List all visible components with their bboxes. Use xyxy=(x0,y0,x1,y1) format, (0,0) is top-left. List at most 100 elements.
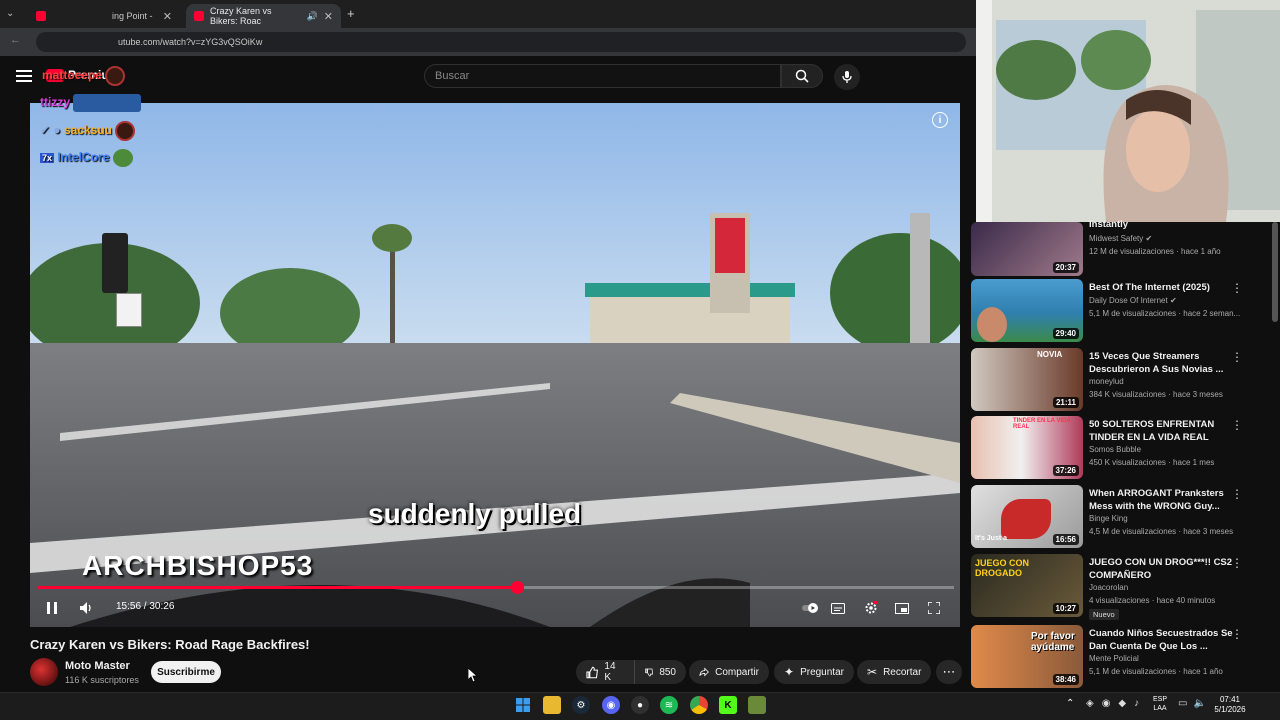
channel-name[interactable]: Moto Master xyxy=(65,660,130,672)
pepe-emote-icon xyxy=(112,149,133,167)
recommendation-channel[interactable]: Somos Bubble xyxy=(1089,445,1141,454)
video-frame-scenery xyxy=(30,213,960,363)
ask-button[interactable]: ✦ Preguntar xyxy=(774,660,854,684)
miniplayer-button[interactable] xyxy=(892,599,912,617)
tab-inactive[interactable]: ing Point - ✕ xyxy=(28,4,180,28)
recommendation-channel[interactable]: moneylud xyxy=(1089,377,1124,386)
tab-close-icon[interactable]: ✕ xyxy=(324,10,333,23)
more-options-icon[interactable]: ⋮ xyxy=(1231,487,1243,501)
recommendation-channel[interactable]: Midwest Safety ✔ xyxy=(1089,234,1152,243)
windows-start-icon[interactable] xyxy=(514,696,532,714)
hamburger-menu-icon[interactable] xyxy=(16,69,32,83)
share-button[interactable]: Compartir xyxy=(689,660,769,684)
recommendation-meta: 4,5 M de visualizaciones · hace 3 meses xyxy=(1089,527,1234,536)
tray-icons[interactable]: ◈◉◆♪ xyxy=(1086,698,1147,709)
duration-badge: 21:11 xyxy=(1052,397,1079,408)
dislike-button[interactable]: 850 xyxy=(634,660,686,684)
recommendation-item[interactable]: NOVIA 21:11 15 Veces Que Streamers Descu… xyxy=(971,348,1271,414)
chat-message: ✔ ● sacksuu xyxy=(40,121,136,141)
more-options-icon[interactable]: ⋮ xyxy=(1231,556,1243,570)
more-options-icon[interactable]: ⋮ xyxy=(1231,350,1243,364)
recommendation-meta: 5,1 M de visualizaciones · hace 1 año xyxy=(1089,667,1223,676)
chat-emote-icon xyxy=(73,94,142,112)
chrome-icon[interactable] xyxy=(690,696,708,714)
volume-button[interactable] xyxy=(77,599,97,617)
recommendation-item[interactable]: 29:40 Best Of The Internet (2025) Daily … xyxy=(971,279,1271,345)
duration-badge: 10:27 xyxy=(1052,603,1079,614)
recommendation-channel[interactable]: Mente Policial xyxy=(1089,654,1139,663)
voice-search-button[interactable] xyxy=(834,64,860,90)
recommendation-thumbnail[interactable]: TINDER EN LA VIDA REAL 37:26 xyxy=(971,416,1083,479)
recommendation-title[interactable]: Best Of The Internet (2025) xyxy=(1089,281,1237,294)
recommendations-sidebar: 20:37 Instantly Midwest Safety ✔ 12 M de… xyxy=(970,210,1280,692)
more-actions-button[interactable]: ⋯ xyxy=(936,660,962,684)
clip-button[interactable]: ✂ Recortar xyxy=(857,660,931,684)
info-icon[interactable]: i xyxy=(932,112,948,128)
recommendation-meta: 12 M de visualizaciones · hace 1 año xyxy=(1089,247,1221,256)
like-button[interactable]: 14 K xyxy=(576,660,634,684)
taskbar-clock[interactable]: 07:41 5/1/2026 xyxy=(1200,695,1260,715)
url-text: utube.com/watch?v=zYG3vQSOiKw xyxy=(118,37,263,47)
back-arrow-icon[interactable]: ← xyxy=(10,34,21,46)
recommendation-title[interactable]: JUEGO CON UN DROG***!! CS2 COMPAÑERO xyxy=(1089,556,1237,582)
thumbnail-figure xyxy=(1001,499,1051,539)
more-icon: ⋯ xyxy=(942,664,956,679)
progress-scrubber[interactable] xyxy=(511,581,525,594)
obs-icon[interactable]: ● xyxy=(631,696,649,714)
recommendation-title[interactable]: Instantly xyxy=(1089,218,1237,231)
recommendation-thumbnail[interactable]: NOVIA 21:11 xyxy=(971,348,1083,411)
recommendation-thumbnail[interactable]: 20:37 xyxy=(971,222,1083,276)
recommendation-item[interactable]: Por favor ayúdame 38:46 Cuando Niños Sec… xyxy=(971,625,1271,691)
channel-avatar[interactable] xyxy=(30,658,58,686)
tab-label: ing Point - xyxy=(112,11,153,21)
tab-list-button[interactable]: ⌄ xyxy=(6,8,20,22)
tray-chevron-icon[interactable]: ⌃ xyxy=(1066,698,1074,709)
sidebar-scrollbar[interactable] xyxy=(1272,222,1278,322)
recommendation-thumbnail[interactable]: JUEGO CON DROGADO 10:27 xyxy=(971,554,1083,617)
tab-close-icon[interactable]: ✕ xyxy=(163,10,172,23)
more-options-icon[interactable]: ⋮ xyxy=(1231,281,1243,295)
minecraft-icon[interactable] xyxy=(748,696,766,714)
recommendation-item[interactable]: It's Just a 16:56 When ARROGANT Prankste… xyxy=(971,485,1271,551)
more-options-icon[interactable]: ⋮ xyxy=(1231,627,1243,641)
file-explorer-icon[interactable] xyxy=(543,696,561,714)
recommendation-thumbnail[interactable]: 29:40 xyxy=(971,279,1083,342)
thumbnail-text: It's Just a xyxy=(975,535,1008,542)
more-options-icon[interactable]: ⋮ xyxy=(1231,418,1243,432)
recommendation-channel[interactable]: Daily Dose Of Internet ✔ xyxy=(1089,296,1177,305)
new-tab-button[interactable]: + xyxy=(347,6,355,21)
thumbnail-text: NOVIA xyxy=(1037,350,1063,359)
autoplay-toggle[interactable] xyxy=(800,599,820,617)
pause-button[interactable] xyxy=(42,599,62,617)
steam-icon[interactable]: ⚙ xyxy=(572,696,590,714)
speaker-icon[interactable]: 🔊 xyxy=(307,11,318,22)
duration-badge: 37:26 xyxy=(1052,465,1079,476)
recommendation-title[interactable]: 15 Veces Que Streamers Descubrieron A Su… xyxy=(1089,350,1237,376)
youtube-favicon-icon xyxy=(36,11,46,21)
recommendation-channel[interactable]: Binge King xyxy=(1089,514,1128,523)
more-options-icon[interactable]: ⋮ xyxy=(1231,210,1243,224)
recommendation-title[interactable]: Cuando Niños Secuestrados Se Dan Cuenta … xyxy=(1089,627,1237,653)
tab-active[interactable]: Crazy Karen vs Bikers: Roac 🔊 ✕ xyxy=(186,4,341,28)
recommendation-thumbnail[interactable]: It's Just a 16:56 xyxy=(971,485,1083,548)
discord-icon[interactable]: ◉ xyxy=(602,696,620,714)
recommendation-channel[interactable]: Joacorolan xyxy=(1089,583,1128,592)
recommendation-item[interactable]: JUEGO CON DROGADO 10:27 JUEGO CON UN DRO… xyxy=(971,554,1271,620)
recommendation-item[interactable]: 20:37 Instantly Midwest Safety ✔ 12 M de… xyxy=(971,210,1271,280)
fullscreen-button[interactable] xyxy=(924,599,944,617)
settings-button[interactable] xyxy=(861,599,881,617)
scissors-icon: ✂ xyxy=(867,665,878,679)
url-field[interactable]: utube.com/watch?v=zYG3vQSOiKw xyxy=(36,32,966,52)
recommendation-title[interactable]: When ARROGANT Pranksters Mess with the W… xyxy=(1089,487,1237,513)
recommendation-item[interactable]: TINDER EN LA VIDA REAL 37:26 50 SOLTEROS… xyxy=(971,416,1271,482)
subtitles-button[interactable] xyxy=(828,599,848,617)
search-button[interactable] xyxy=(781,64,823,88)
spotify-icon[interactable]: ≋ xyxy=(660,696,678,714)
recommendation-title[interactable]: 50 SOLTEROS ENFRENTAN TINDER EN LA VIDA … xyxy=(1089,418,1237,444)
subscribe-button[interactable]: Suscribirme xyxy=(151,661,221,683)
video-player[interactable] xyxy=(30,103,960,627)
recommendation-thumbnail[interactable]: Por favor ayúdame 38:46 xyxy=(971,625,1083,688)
kick-icon[interactable]: K xyxy=(719,696,737,714)
search-input[interactable]: Buscar xyxy=(424,64,781,88)
language-indicator[interactable]: ESP LAA xyxy=(1148,695,1172,713)
